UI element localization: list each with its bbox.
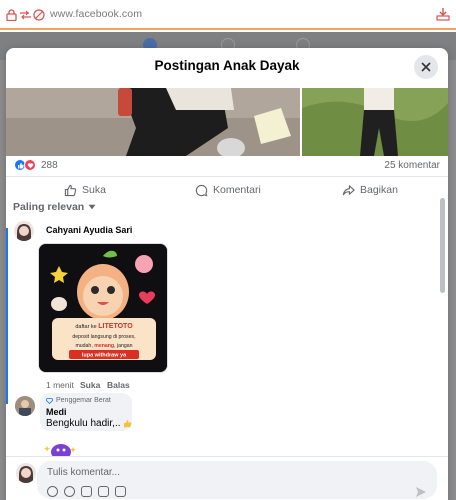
camera-icon[interactable] [81,486,92,497]
browser-address-bar: www.facebook.com [0,0,456,30]
emoji-icon[interactable] [64,486,75,497]
sparkle-emoji-icon [44,444,76,456]
avatar[interactable] [15,396,35,416]
share-icon [342,184,355,195]
svg-text:mudah, menang, jangan: mudah, menang, jangan [75,343,132,349]
fan-badge-label: Penggemar Berat [56,397,111,404]
close-button[interactable] [414,55,438,79]
sticker-line4: lupa withdraw ya [82,353,127,359]
caret-down-icon [88,204,96,210]
gif-icon[interactable] [98,486,109,497]
comment-sort-dropdown[interactable]: Paling relevan [13,201,96,213]
share-label: Bagikan [360,184,398,196]
post-photos[interactable] [6,88,448,156]
comments-scrollbar[interactable] [440,198,445,293]
sticker-line1: daftar ke [75,324,96,330]
comment-composer: Tulis komentar... [6,456,448,500]
thumbs-up-icon [64,184,77,196]
modal-title: Postingan Anak Dayak [154,58,300,73]
sticker-line2: deposit langsung di proses, [72,334,135,340]
comment-label: Komentari [213,184,261,196]
comments-count[interactable]: 25 komentar [384,160,440,171]
emoji-sticker[interactable] [43,442,77,456]
sticker-icon[interactable] [115,486,126,497]
post-photo-1[interactable] [6,88,300,156]
avatar-sticker-icon[interactable] [47,486,58,497]
permissions-icon[interactable] [18,8,32,22]
comment-author[interactable]: Cahyani Ayudia Sari [46,225,132,235]
svg-text:daftar ke LITETOTO: daftar ke LITETOTO [75,323,133,330]
comment-icon [195,184,208,196]
diamond-badge-icon [46,397,53,404]
sticker-line3a: mudah [75,343,91,349]
close-icon [421,62,431,72]
composer-tools [47,486,126,497]
reply-author[interactable]: Medi [46,407,67,417]
post-stats: 288 25 komentar [6,158,448,176]
post-photo-2[interactable] [302,88,448,156]
share-button[interactable]: Bagikan [342,181,398,199]
comment-like-link[interactable]: Suka [80,380,100,390]
like-button[interactable]: Suka [64,181,106,199]
comments-list: Cahyani Ayudia Sari daftar ke LITETOTO d… [6,216,448,456]
post-modal: Postingan Anak Dayak 288 25 komentar Suk… [6,48,448,500]
reactions-count[interactable]: 288 [41,160,58,171]
like-label: Suka [82,184,106,196]
comment-time[interactable]: 1 menit [46,380,74,390]
reply-bubble: Penggemar Berat Medi Bengkulu hadir,.. [40,393,132,431]
post-actions: Suka Komentari Bagikan [6,176,448,202]
comment-button[interactable]: Komentari [195,181,261,199]
download-icon[interactable] [436,7,450,21]
comment-sticker-image[interactable]: daftar ke LITETOTO deposit langsung di p… [38,243,168,373]
avatar[interactable] [14,221,34,241]
sticker-art: daftar ke LITETOTO deposit langsung di p… [39,244,167,372]
love-reaction-icon [24,159,36,171]
reply-text: Bengkulu hadir,.. [46,418,121,429]
sticker-line3b: menang [94,343,114,349]
tracking-protection-icon[interactable] [32,8,46,22]
thumbs-up-emoji-icon [123,419,131,428]
send-icon[interactable] [415,486,427,498]
comment-thread-line [6,228,8,404]
sticker-line3c: , jangan [114,343,133,349]
comment-input-placeholder: Tulis komentar... [47,467,120,478]
url-text[interactable]: www.facebook.com [50,8,142,20]
user-avatar[interactable] [16,463,36,483]
comment-input[interactable]: Tulis komentar... [37,461,437,499]
lock-icon[interactable] [4,8,18,22]
comment-reply-link[interactable]: Balas [107,380,130,390]
sort-label: Paling relevan [13,201,85,213]
sticker-brand: LITETOTO [98,323,133,330]
